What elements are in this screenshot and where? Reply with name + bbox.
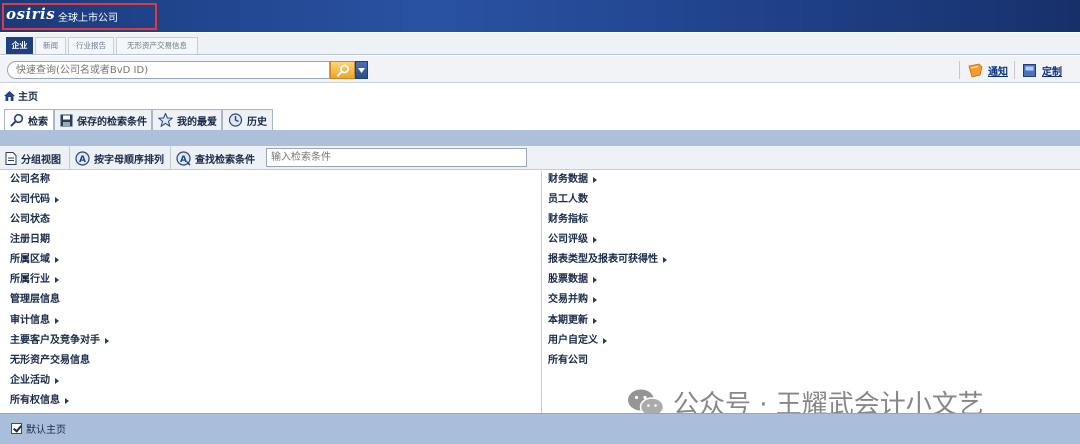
- expand-arrow-icon: [593, 318, 597, 324]
- find-criteria-icon: A: [176, 150, 191, 166]
- magnifier-icon: [336, 64, 349, 77]
- star-icon: [158, 113, 173, 127]
- criteria-current-updates[interactable]: 本期更新: [548, 313, 597, 329]
- expand-arrow-icon: [663, 257, 667, 263]
- tab-underline-strip: [0, 130, 1080, 146]
- criteria-financial-ratios[interactable]: 财务指标: [548, 212, 588, 228]
- group-view-button[interactable]: 分组视图: [0, 146, 70, 170]
- criteria-user-defined[interactable]: 用户自定义: [548, 333, 607, 349]
- group-view-label: 分组视图: [21, 154, 61, 166]
- tab-search[interactable]: 检索: [4, 109, 54, 130]
- expand-arrow-icon: [603, 338, 607, 344]
- document-icon: [5, 151, 17, 165]
- chevron-down-icon: [358, 67, 365, 73]
- svg-text:A: A: [79, 155, 86, 165]
- tab-favorites[interactable]: 我的最爱: [152, 109, 222, 130]
- customize-button[interactable]: 定制: [1022, 61, 1062, 79]
- search-button[interactable]: [330, 61, 355, 79]
- brand-subtitle: 全球上市公司: [58, 13, 118, 24]
- criteria-ownership[interactable]: 所有权信息: [10, 393, 69, 409]
- alpha-sort-label: 按字母顺序排列: [94, 154, 164, 166]
- criteria-company-name[interactable]: 公司名称: [10, 172, 50, 188]
- expand-arrow-icon: [55, 318, 59, 324]
- criteria-registration-date[interactable]: 注册日期: [10, 232, 50, 248]
- expand-arrow-icon: [55, 378, 59, 384]
- tab-history-label: 历史: [247, 116, 267, 128]
- criteria-column-right: 财务数据 员工人数 财务指标 公司评级 报表类型及报表可获得性 股票数据 交易并…: [543, 171, 1080, 413]
- tab-search-label: 检索: [28, 116, 48, 128]
- criteria-company-status[interactable]: 公司状态: [10, 212, 50, 228]
- osiris-logo[interactable]: osiris: [6, 5, 55, 23]
- tab-news[interactable]: 新闻: [35, 37, 66, 54]
- app-header: osiris 全球上市公司: [0, 0, 1080, 32]
- criteria-all-companies[interactable]: 所有公司: [548, 353, 588, 369]
- expand-arrow-icon: [105, 338, 109, 344]
- criteria-employees[interactable]: 员工人数: [548, 192, 588, 208]
- breadcrumb: 主页: [4, 88, 38, 103]
- expand-arrow-icon: [55, 277, 59, 283]
- expand-arrow-icon: [593, 177, 597, 183]
- checkbox-checked-icon: [11, 423, 22, 434]
- default-home-label: 默认主页: [26, 425, 66, 436]
- footer-bar: 默认主页: [0, 413, 1080, 444]
- quick-search-input[interactable]: [7, 61, 330, 79]
- alphabet-icon: A: [75, 150, 90, 166]
- criteria-industry[interactable]: 所属行业: [10, 272, 59, 288]
- breadcrumb-home[interactable]: 主页: [18, 88, 38, 103]
- criteria-report-type[interactable]: 报表类型及报表可获得性: [548, 252, 667, 268]
- tab-saved-criteria[interactable]: 保存的检索条件: [54, 109, 152, 130]
- criteria-filter-input[interactable]: [266, 148, 527, 167]
- criteria-financial-data[interactable]: 财务数据: [548, 172, 597, 188]
- toolbar-separator: [959, 61, 960, 79]
- svg-text:A: A: [180, 155, 187, 165]
- expand-arrow-icon: [593, 237, 597, 243]
- quick-search-bar: 通知 定制: [0, 56, 1080, 83]
- alpha-sort-button[interactable]: A 按字母顺序排列: [70, 146, 171, 170]
- criteria-customers-competitors[interactable]: 主要客户及竞争对手: [10, 333, 109, 349]
- expand-arrow-icon: [593, 277, 597, 283]
- criteria-corporate-activity[interactable]: 企业活动: [10, 373, 59, 389]
- expand-arrow-icon: [55, 197, 59, 203]
- tab-industry-report[interactable]: 行业报告: [68, 37, 114, 54]
- criteria-mergers-acquisitions[interactable]: 交易并购: [548, 292, 597, 308]
- history-icon: [228, 113, 243, 127]
- criteria-panel: 公司名称 公司代码 公司状态 注册日期 所属区域 所属行业 管理层信息 审计信息…: [0, 171, 1080, 413]
- find-criteria-label: 查找检索条件: [195, 154, 255, 166]
- criteria-column-left: 公司名称 公司代码 公司状态 注册日期 所属区域 所属行业 管理层信息 审计信息…: [0, 171, 542, 413]
- expand-arrow-icon: [65, 398, 69, 404]
- tab-intangible-assets[interactable]: 无形资产交易信息: [116, 37, 198, 54]
- criteria-company-code[interactable]: 公司代码: [10, 192, 59, 208]
- expand-arrow-icon: [55, 257, 59, 263]
- tab-history[interactable]: 历史: [222, 109, 273, 130]
- search-dropdown-button[interactable]: [355, 61, 368, 79]
- search-icon: [10, 113, 24, 127]
- toolbar-separator: [1014, 61, 1015, 79]
- expand-arrow-icon: [593, 297, 597, 303]
- tab-company[interactable]: 企业: [6, 37, 33, 54]
- default-home-checkbox[interactable]: 默认主页: [11, 421, 66, 436]
- notify-button[interactable]: 通知: [968, 61, 1008, 79]
- tab-saved-criteria-label: 保存的检索条件: [77, 116, 147, 128]
- tab-favorites-label: 我的最爱: [177, 116, 217, 128]
- criteria-intangible-assets[interactable]: 无形资产交易信息: [10, 353, 90, 369]
- customize-icon: [1023, 63, 1036, 77]
- search-tools-bar: 分组视图 A 按字母顺序排列 A 查找检索条件: [0, 146, 1080, 170]
- find-criteria-button[interactable]: A 查找检索条件: [171, 146, 265, 170]
- notify-flag-icon: [968, 63, 983, 77]
- customize-label: 定制: [1042, 66, 1062, 78]
- save-icon: [60, 114, 73, 126]
- home-icon[interactable]: [4, 90, 15, 101]
- top-tab-bar: 企业 新闻 行业报告 无形资产交易信息: [0, 33, 1080, 55]
- criteria-region[interactable]: 所属区域: [10, 252, 59, 268]
- criteria-audit[interactable]: 审计信息: [10, 313, 59, 329]
- criteria-company-rating[interactable]: 公司评级: [548, 232, 597, 248]
- criteria-stock-data[interactable]: 股票数据: [548, 272, 597, 288]
- criteria-management[interactable]: 管理层信息: [10, 292, 60, 308]
- notify-label: 通知: [988, 66, 1008, 78]
